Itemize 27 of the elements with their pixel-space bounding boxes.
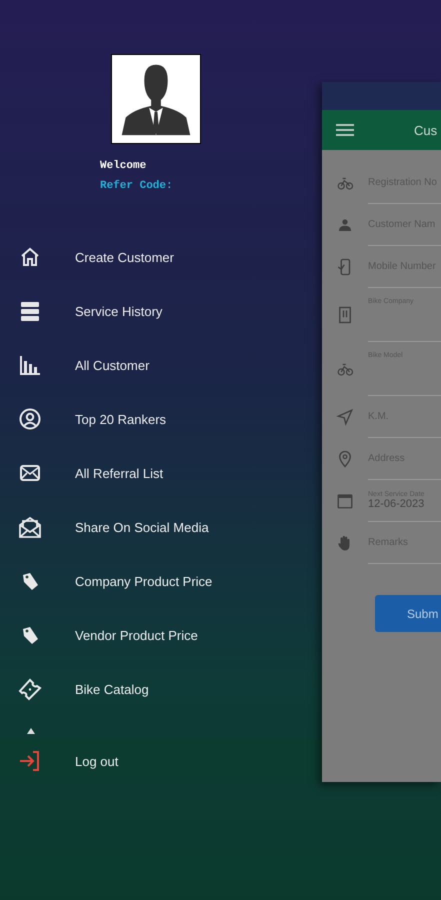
logout-icon	[18, 749, 42, 773]
menu-item-icon	[18, 353, 42, 377]
menu-item[interactable]: All Referral List	[0, 446, 322, 500]
avatar-silhouette-icon	[111, 54, 201, 144]
screen-title: Cus	[414, 122, 438, 138]
scroll-up-icon	[27, 728, 35, 734]
submit-button[interactable]: Subm	[375, 595, 441, 632]
menu-item[interactable]: Share On Social Media	[0, 500, 322, 554]
field-icon	[336, 492, 354, 510]
welcome-text: Welcome	[100, 160, 148, 172]
menu-item-icon	[18, 407, 42, 431]
menu-item[interactable]: Bike Catalog	[0, 662, 322, 716]
field-icon	[336, 306, 354, 324]
field-icon	[336, 408, 354, 426]
menu-item-icon	[18, 515, 42, 539]
menu-item[interactable]: All Customer	[0, 338, 322, 392]
menu-icon[interactable]	[336, 123, 354, 137]
logout-item[interactable]: Log out	[0, 739, 322, 783]
menu-item[interactable]: Vendor Product Price	[0, 608, 322, 662]
refer-code-label: Refer Code:	[100, 180, 174, 192]
menu-item[interactable]: Create Customer	[0, 230, 322, 284]
menu-item[interactable]: Top 20 Rankers	[0, 392, 322, 446]
field-icon	[336, 450, 354, 468]
menu-item[interactable]: Company Product Price	[0, 554, 322, 608]
menu-item-icon	[18, 677, 42, 701]
menu-item[interactable]: Service History	[0, 284, 322, 338]
menu-item-icon	[18, 299, 42, 323]
